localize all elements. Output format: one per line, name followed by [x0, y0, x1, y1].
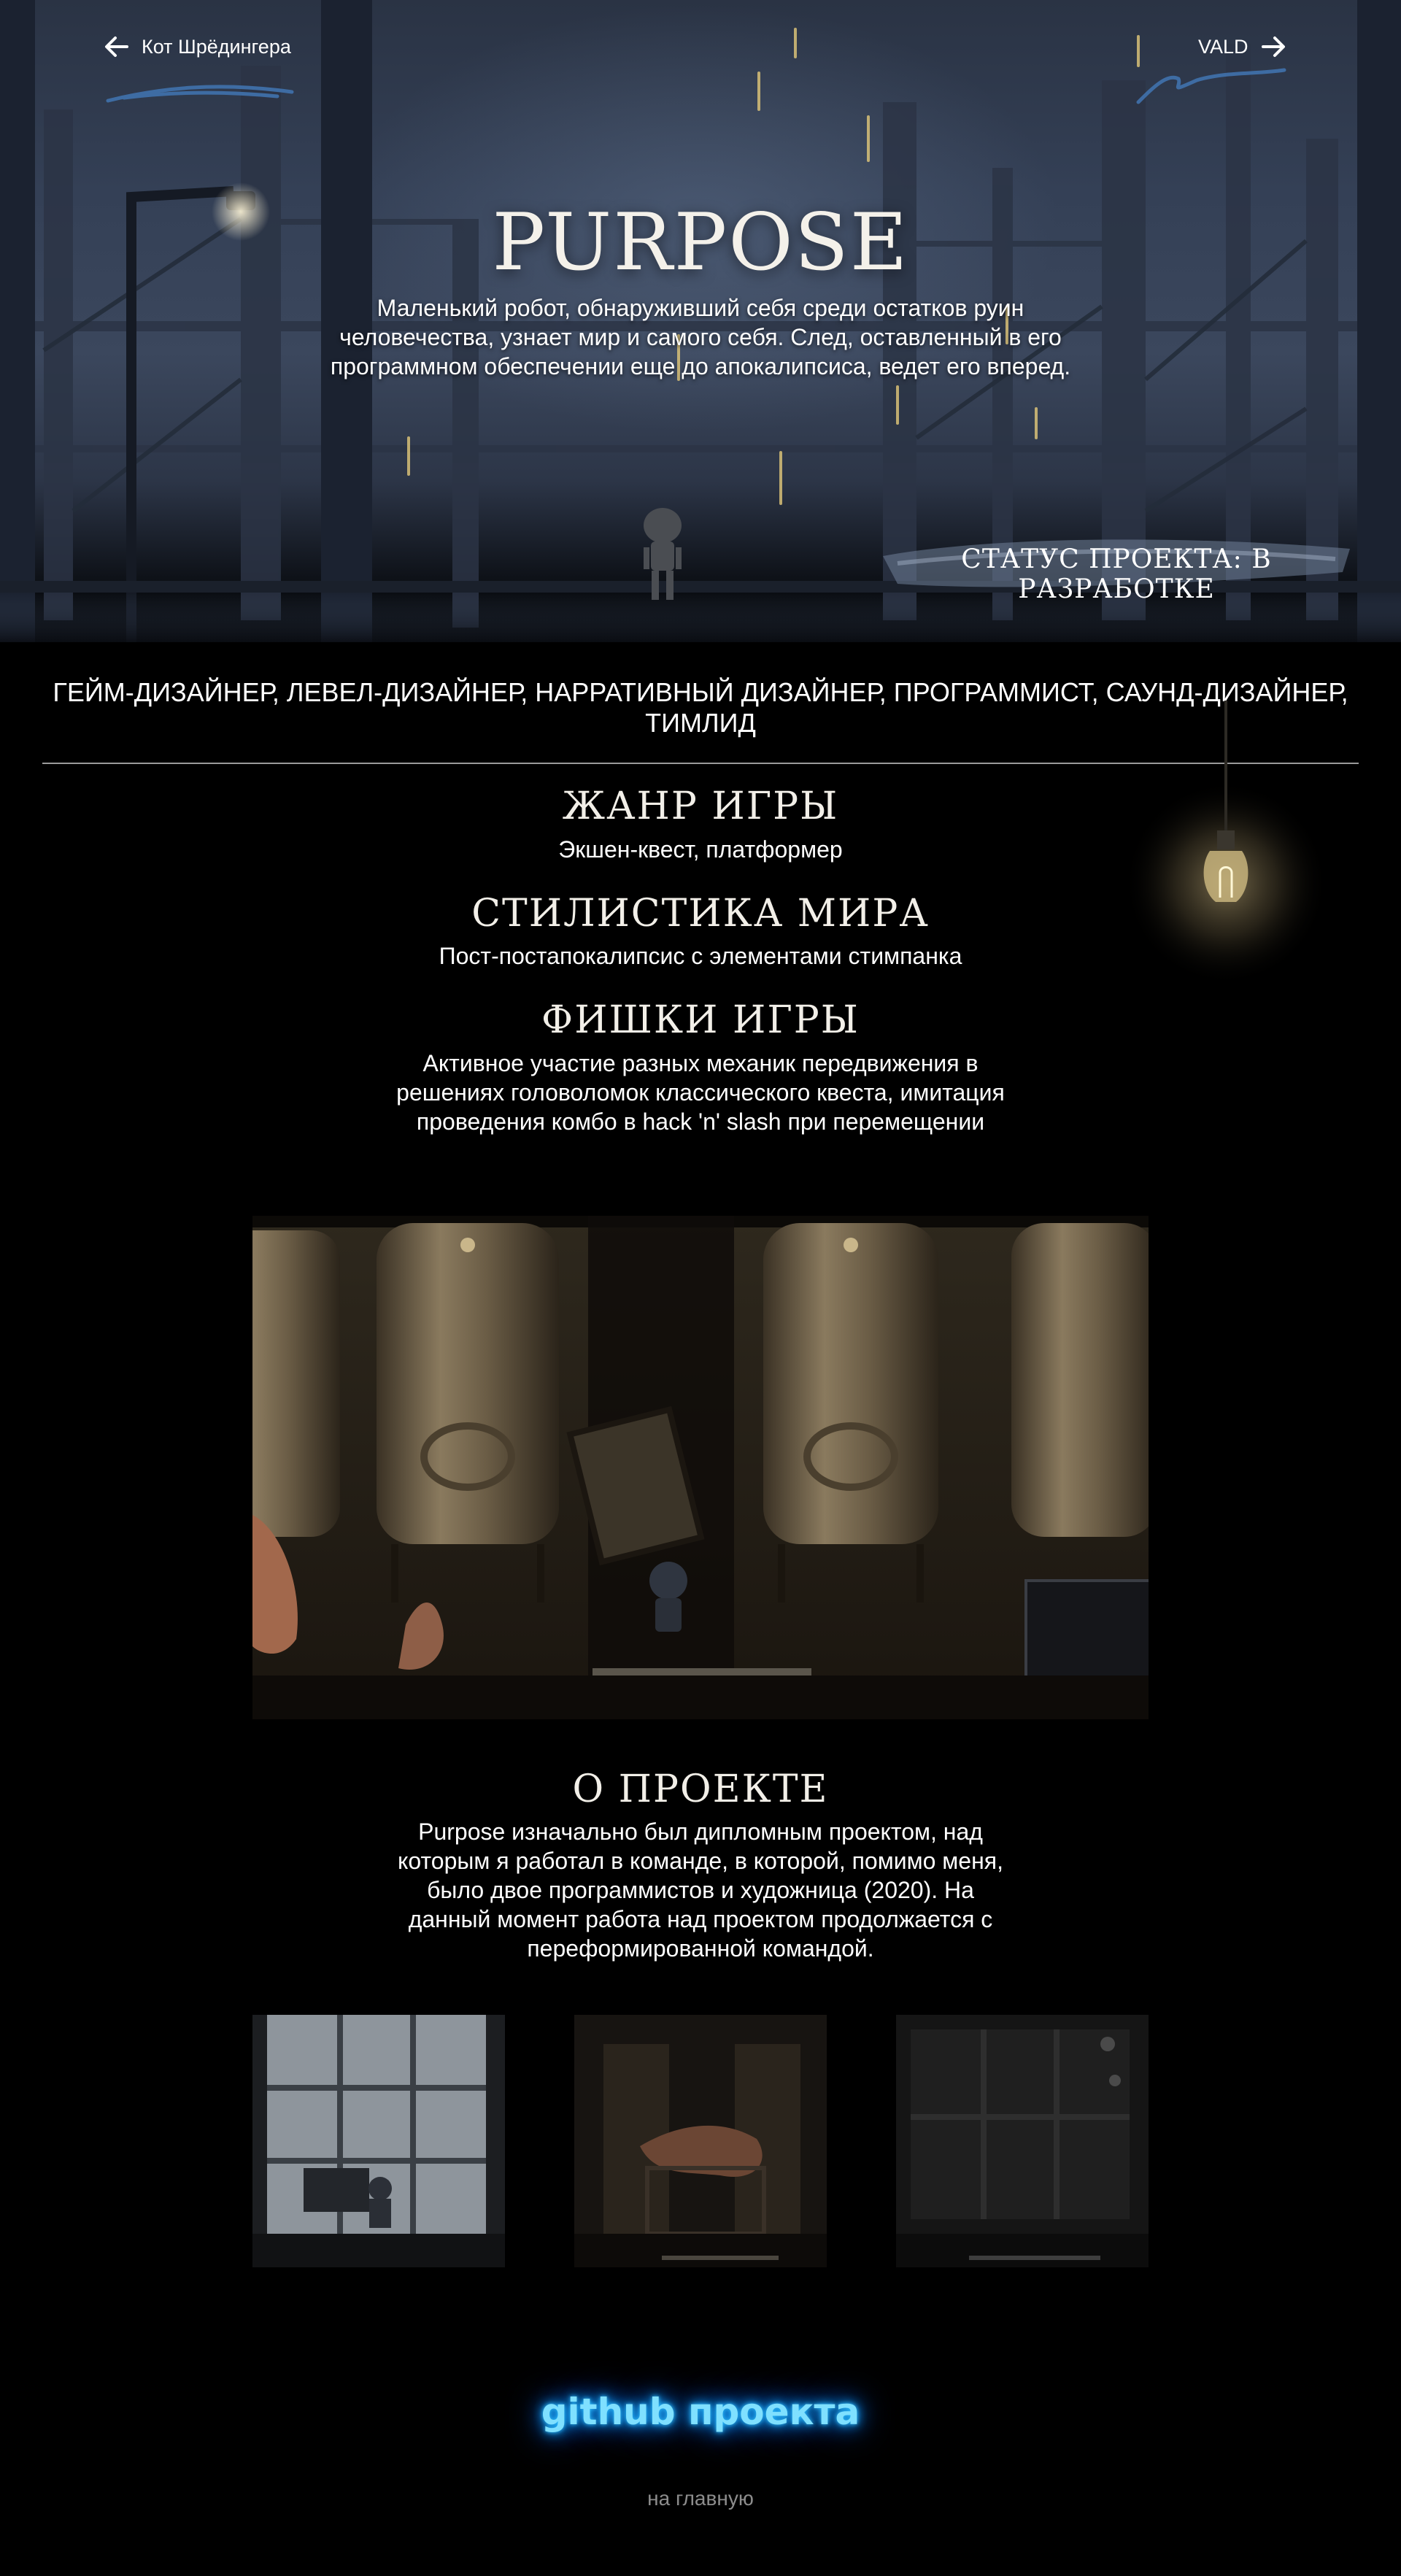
status-text: СТАТУС ПРОЕКТА: В РАЗРАБОТКЕ	[961, 544, 1272, 604]
light-bulb-icon	[1124, 701, 1343, 992]
about-title: О ПРОЕКТЕ	[572, 1767, 829, 1811]
arrow-left-icon	[105, 36, 128, 57]
screenshot-thumbnail[interactable]	[252, 2015, 505, 2267]
about-text: Purpose изначально был дипломным проекто…	[398, 1819, 1003, 1962]
hero-banner: Кот Шрёдингера VALD PURPOSE Маленький ро…	[0, 0, 1401, 642]
genre-text: Экшен-квест, платформер	[558, 836, 843, 863]
page-title: PURPOSE	[492, 197, 909, 288]
next-project-label: VALD	[1198, 35, 1248, 58]
project-description: Маленький робот, обнаруживший себя среди…	[330, 295, 1071, 379]
features-text: Активное участие разных механик передвиж…	[396, 1050, 1005, 1135]
github-link[interactable]: github проекта	[0, 2391, 1401, 2433]
style-text: Пост-постапокалипсис с элементами стимпа…	[439, 943, 962, 969]
genre-title: ЖАНР ИГРЫ	[562, 784, 839, 828]
gameplay-screenshot	[252, 1216, 1149, 1719]
home-link[interactable]: на главную	[0, 2487, 1401, 2510]
screenshot-thumbnail[interactable]	[574, 2015, 827, 2267]
features-title: ФИШКИ ИГРЫ	[541, 998, 860, 1042]
prev-project-label: Кот Шрёдингера	[142, 35, 291, 58]
next-project-link[interactable]: VALD	[1198, 32, 1288, 61]
screenshot-thumbnail[interactable]	[896, 2015, 1149, 2267]
style-title: СТИЛИСТИКА МИРА	[471, 892, 930, 936]
arrow-right-icon	[1261, 36, 1285, 57]
status-badge: СТАТУС ПРОЕКТА: В РАЗРАБОТКЕ	[868, 527, 1365, 604]
prev-project-link[interactable]: Кот Шрёдингера	[102, 32, 291, 61]
